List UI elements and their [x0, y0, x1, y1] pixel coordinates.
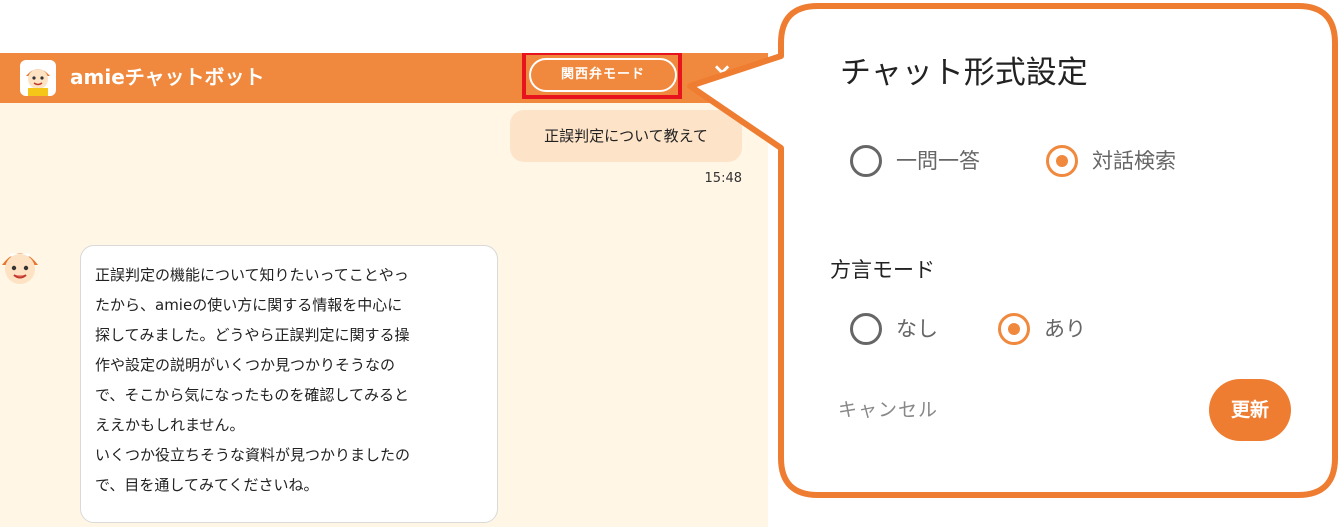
radio-label: あり	[1044, 317, 1086, 341]
radio-label: 対話検索	[1092, 149, 1176, 173]
radio-option-on[interactable]: あり	[998, 309, 1108, 349]
update-button[interactable]: 更新	[1209, 379, 1291, 441]
dialect-mode-label: 方言モード	[830, 258, 935, 282]
radio-option-qa[interactable]: 一問一答	[850, 141, 1020, 181]
radio-checked-icon	[1046, 145, 1078, 177]
radio-label: なし	[896, 317, 938, 341]
radio-label: 一問一答	[896, 149, 980, 173]
cancel-button[interactable]: キャンセル	[838, 396, 938, 424]
settings-callout-frame	[687, 3, 1338, 498]
radio-unchecked-icon	[850, 313, 882, 345]
radio-unchecked-icon	[850, 145, 882, 177]
chat-format-options: 一問一答 対話検索	[850, 141, 1210, 181]
radio-option-dialog-search[interactable]: 対話検索	[1046, 141, 1210, 181]
radio-option-none[interactable]: なし	[850, 309, 970, 349]
settings-panel-title: チャット形式設定	[840, 55, 1088, 91]
dialect-options: なし あり	[850, 309, 1110, 349]
radio-checked-icon	[998, 313, 1030, 345]
